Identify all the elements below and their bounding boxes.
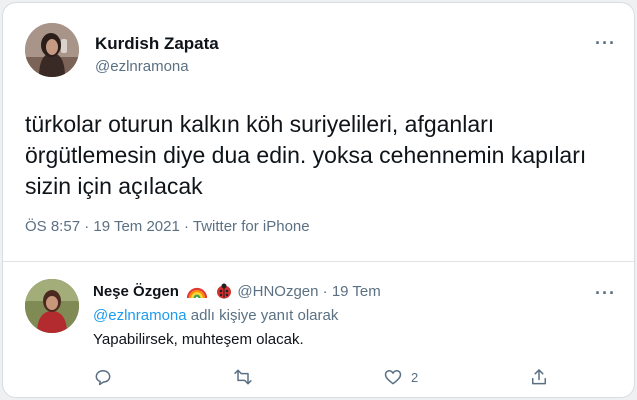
author-avatar[interactable]: [25, 23, 79, 77]
reply-author-avatar[interactable]: [25, 279, 79, 333]
reply-button[interactable]: [93, 367, 113, 387]
rainbow-icon: [186, 283, 208, 303]
retweet-icon: [234, 369, 252, 385]
reply-more-options-icon[interactable]: ···: [595, 283, 616, 304]
tweet-card: Kurdish Zapata @ezlnramona ··· türkolar …: [2, 2, 635, 398]
share-icon: [532, 369, 546, 385]
ladybug-icon: [215, 283, 233, 303]
reply-author-name[interactable]: Neşe Özgen: [93, 283, 179, 300]
comment-icon: [95, 370, 111, 386]
author-name[interactable]: Kurdish Zapata: [95, 34, 219, 54]
replying-to: @ezlnramona adlı kişiye yanıt olarak: [93, 307, 338, 324]
reply-date[interactable]: 19 Tem: [332, 283, 381, 300]
reply-text: Yapabilirsek, muhteşem olacak.: [93, 331, 304, 348]
like-count: 2: [411, 369, 419, 385]
divider: [3, 261, 634, 262]
reply-author-handle[interactable]: @HNOzgen: [237, 283, 318, 300]
heart-icon: [384, 370, 402, 385]
reply-actions: 2: [93, 367, 563, 391]
like-button[interactable]: 2: [383, 367, 418, 387]
reply-header: Neşe Özgen @HNOzgen · 19 Tem: [93, 283, 381, 303]
tweet-meta[interactable]: ÖS 8:57 · 19 Tem 2021 · Twitter for iPho…: [25, 218, 310, 235]
reply-to-mention[interactable]: @ezlnramona: [93, 307, 187, 324]
tweet-text: türkolar oturun kalkın köh suriyelileri,…: [25, 111, 587, 199]
more-options-icon[interactable]: ···: [595, 33, 616, 54]
retweet-button[interactable]: [233, 367, 253, 387]
separator: ·: [322, 283, 328, 300]
share-button[interactable]: [529, 367, 549, 387]
author-handle[interactable]: @ezlnramona: [95, 58, 189, 75]
reply-to-suffix: adlı kişiye yanıt olarak: [186, 307, 339, 324]
